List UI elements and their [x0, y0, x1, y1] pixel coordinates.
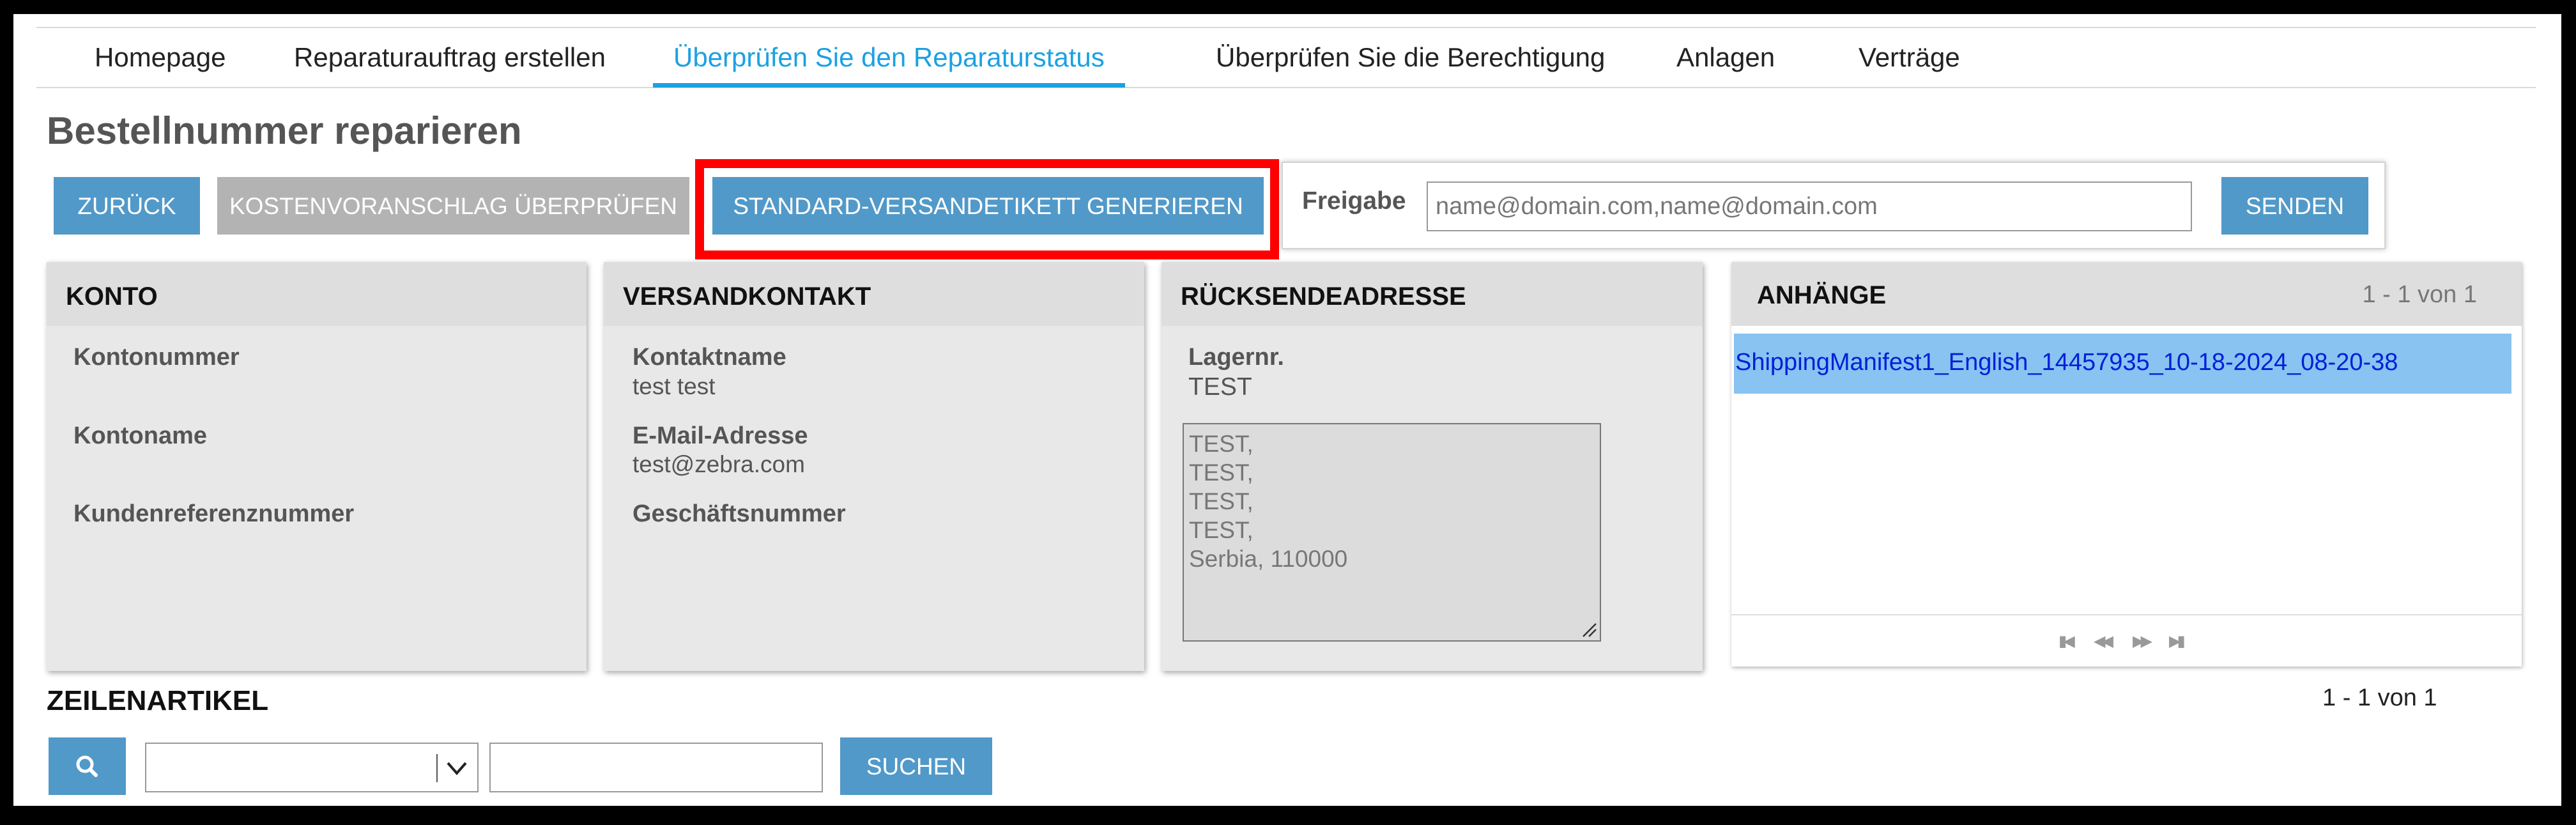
first-page-icon[interactable]: ▮◀ [2058, 632, 2075, 651]
highlight-box [695, 159, 1279, 259]
prev-page-icon[interactable]: ◀◀ [2094, 632, 2113, 651]
account-number-label: Kontonummer [73, 344, 240, 371]
review-quote-button[interactable]: KOSTENVORANSCHLAG ÜBERPRÜFEN [217, 177, 689, 235]
shipping-contact-title: VERSANDKONTAKT [623, 282, 871, 311]
select-divider [436, 754, 438, 782]
back-button[interactable]: ZURÜCK [54, 177, 200, 235]
attachments-title: ANHÄNGE [1757, 281, 1887, 309]
account-panel-title: KONTO [66, 282, 158, 311]
contact-name-label: Kontaktname [632, 344, 786, 371]
return-address-title: RÜCKSENDEADRESSE [1181, 282, 1466, 311]
account-panel: KONTO Kontonummer Kontoname Kundenrefere… [47, 262, 586, 671]
send-button[interactable]: SENDEN [2221, 177, 2368, 235]
return-address-textarea[interactable]: TEST, TEST, TEST, TEST, Serbia, 110000 [1183, 423, 1601, 642]
shipping-contact-panel: VERSANDKONTAKT Kontaktname test test E-M… [604, 262, 1144, 671]
attachments-count: 1 - 1 von 1 [2362, 281, 2477, 308]
shipping-contact-header: VERSANDKONTAKT [604, 262, 1144, 326]
account-name-label: Kontoname [73, 422, 207, 449]
attachment-row[interactable]: ShippingManifest1_English_14457935_10-18… [1734, 334, 2511, 394]
attachment-link[interactable]: ShippingManifest1_English_14457935_10-18… [1735, 349, 2398, 376]
account-panel-header: KONTO [47, 262, 586, 326]
nav-check-repair-status[interactable]: Überprüfen Sie den Reparaturstatus [653, 28, 1125, 88]
resize-handle-icon[interactable] [1581, 621, 1597, 638]
search-button[interactable] [49, 737, 126, 795]
share-panel: Freigabe SENDEN [1282, 162, 2386, 249]
warehouse-value: TEST [1188, 373, 1252, 401]
address-line: TEST, [1189, 431, 1254, 457]
search-icon [76, 755, 98, 777]
page-title: Bestellnummer reparieren [47, 109, 522, 152]
nav-assets[interactable]: Anlagen [1656, 28, 1795, 87]
return-address-panel: RÜCKSENDEADRESSE Lagernr. TEST TEST, TES… [1162, 262, 1703, 671]
nav-check-entitlement[interactable]: Überprüfen Sie die Berechtigung [1195, 28, 1625, 87]
return-address-header: RÜCKSENDEADRESSE [1162, 262, 1703, 326]
nav-contracts[interactable]: Verträge [1838, 28, 1981, 87]
attachments-header: ANHÄNGE 1 - 1 von 1 [1731, 262, 2522, 326]
warehouse-label: Lagernr. [1188, 344, 1284, 371]
filter-select[interactable] [145, 743, 479, 792]
last-page-icon[interactable]: ▶▮ [2169, 632, 2186, 651]
customer-reference-label: Kundenreferenznummer [73, 500, 355, 527]
chevron-down-icon[interactable] [443, 754, 471, 782]
top-nav: Homepage Reparaturauftrag erstellen Über… [36, 27, 2536, 88]
line-item-search-input[interactable] [489, 743, 823, 792]
business-number-label: Geschäftsnummer [632, 500, 846, 527]
nav-homepage[interactable]: Homepage [74, 28, 246, 87]
address-line: TEST, [1189, 488, 1254, 514]
search-submit-button[interactable]: SUCHEN [840, 737, 992, 795]
attachments-panel: ANHÄNGE 1 - 1 von 1 ShippingManifest1_En… [1731, 262, 2522, 667]
share-label: Freigabe [1302, 187, 1406, 215]
address-line: Serbia, 110000 [1189, 546, 1348, 572]
nav-create-repair-order[interactable]: Reparaturauftrag erstellen [273, 28, 626, 87]
next-page-icon[interactable]: ▶▶ [2133, 632, 2152, 651]
address-line: TEST, [1189, 459, 1254, 486]
contact-name-value: test test [632, 373, 716, 399]
address-line: TEST, [1189, 517, 1254, 543]
line-items-count: 1 - 1 von 1 [2322, 684, 2437, 711]
attachments-pager: ▮◀ ◀◀ ▶▶ ▶▮ [1731, 614, 2522, 667]
share-email-input[interactable] [1427, 181, 2192, 231]
email-value: test@zebra.com [632, 451, 805, 477]
email-label: E-Mail-Adresse [632, 422, 808, 449]
line-items-title: ZEILENARTIKEL [47, 685, 269, 716]
app-frame: Homepage Reparaturauftrag erstellen Über… [13, 14, 2561, 806]
